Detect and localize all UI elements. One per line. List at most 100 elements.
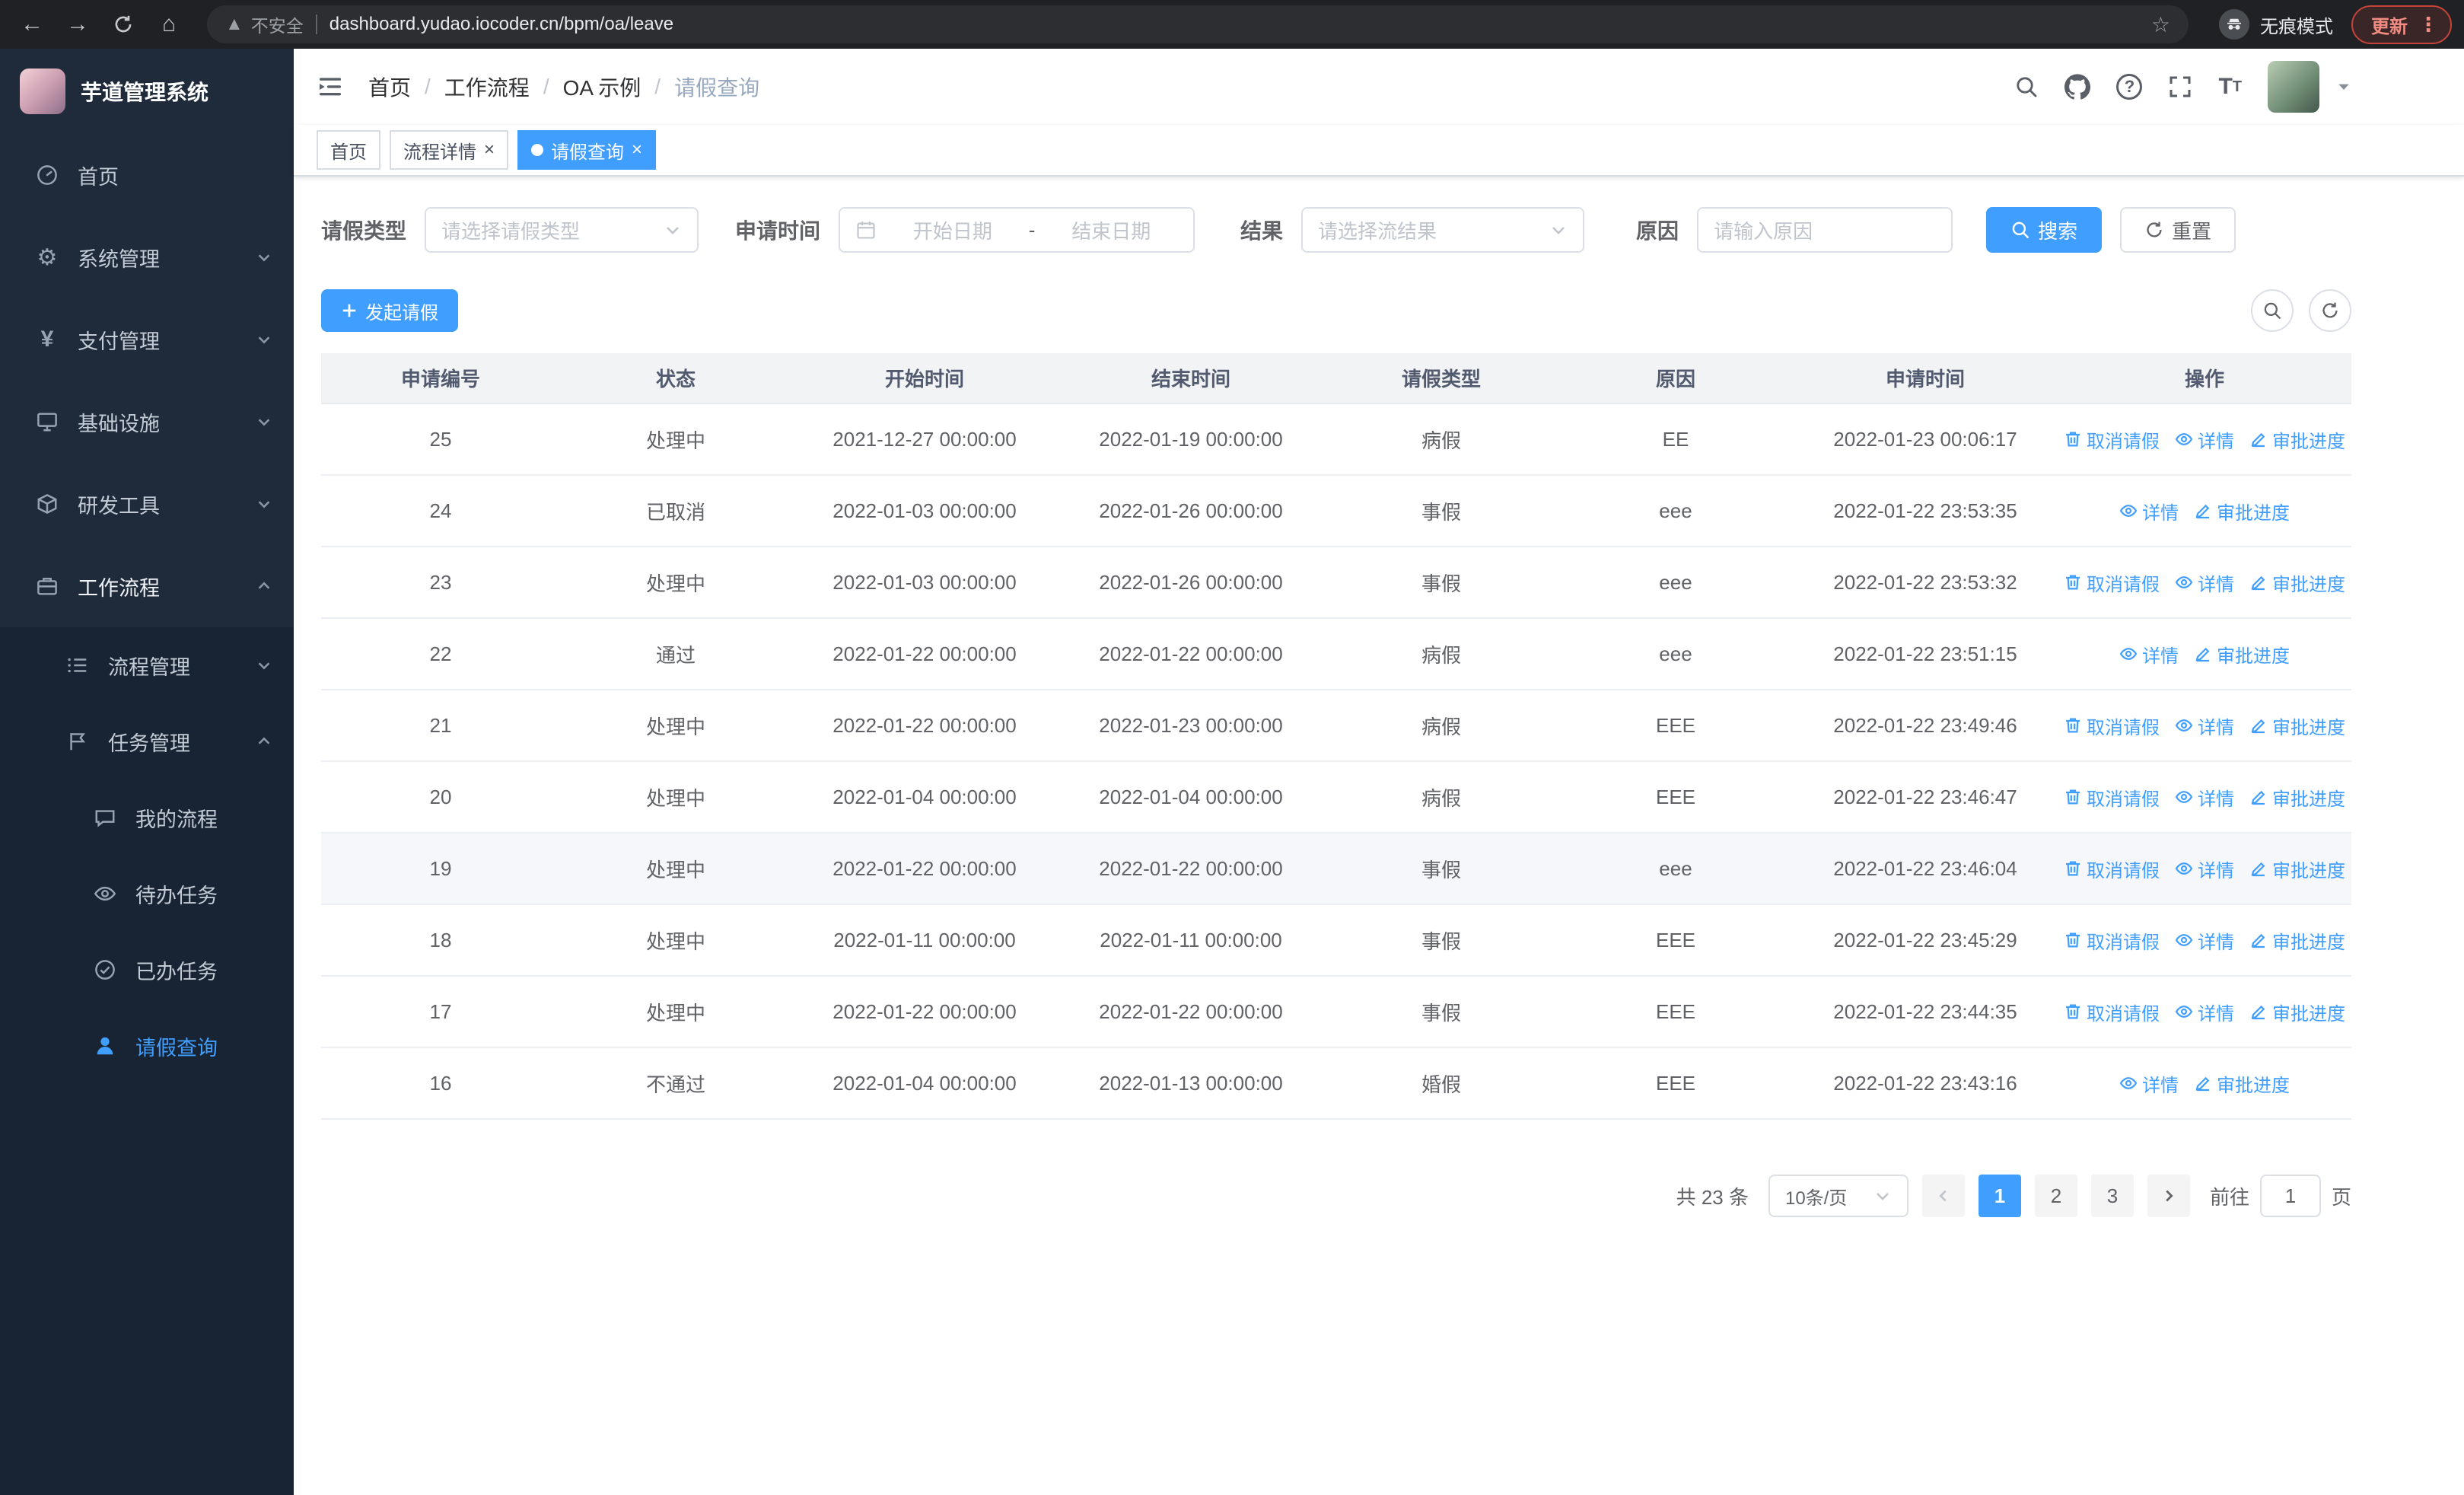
refresh-button[interactable] (2309, 289, 2351, 332)
approval-progress-link[interactable]: 审批进度 (2249, 569, 2345, 596)
help-icon[interactable]: ? (2116, 74, 2143, 100)
detail-link[interactable]: 详情 (2119, 1070, 2179, 1097)
sidebar-item-todo-tasks[interactable]: 待办任务 (0, 856, 294, 932)
detail-link[interactable]: 详情 (2119, 498, 2179, 524)
table-row[interactable]: 24 已取消 2022-01-03 00:00:00 2022-01-26 00… (321, 475, 2351, 547)
address-bar[interactable]: ▲ 不安全 dashboard.yudao.iocoder.cn/bpm/oa/… (207, 5, 2189, 43)
detail-link[interactable]: 详情 (2175, 999, 2234, 1025)
cancel-leave-link[interactable]: 取消请假 (2064, 712, 2160, 739)
sidebar-item-home[interactable]: 首页 (0, 134, 294, 216)
approval-progress-link[interactable]: 审批进度 (2249, 856, 2345, 882)
close-icon[interactable]: × (632, 141, 642, 159)
font-size-icon[interactable]: TT (2218, 75, 2242, 98)
detail-link[interactable]: 详情 (2175, 569, 2234, 596)
reason-input[interactable]: 请输入原因 (1697, 207, 1953, 253)
page-size-select[interactable]: 10条/页 (1768, 1175, 1908, 1217)
update-button[interactable]: 更新 ⋮ (2351, 5, 2452, 44)
tab-process-detail[interactable]: 流程详情 × (390, 130, 509, 170)
create-leave-button[interactable]: 发起请假 (321, 289, 458, 332)
detail-link[interactable]: 详情 (2175, 784, 2234, 811)
approval-progress-link[interactable]: 审批进度 (2249, 927, 2345, 954)
tab-home[interactable]: 首页 (317, 130, 380, 170)
approval-progress-link[interactable]: 审批进度 (2194, 1070, 2290, 1097)
fullscreen-icon[interactable] (2168, 75, 2192, 99)
detail-link[interactable]: 详情 (2175, 856, 2234, 882)
incognito-badge: 无痕模式 (2219, 9, 2333, 40)
approval-progress-link[interactable]: 审批进度 (2249, 784, 2345, 811)
search-button[interactable]: 搜索 (1986, 207, 2103, 253)
approval-progress-link[interactable]: 审批进度 (2249, 712, 2345, 739)
next-page-button[interactable] (2147, 1175, 2190, 1217)
leave-type-select[interactable]: 请选择请假类型 (425, 207, 699, 253)
github-icon[interactable] (2064, 74, 2091, 100)
sidebar-item-devtools[interactable]: 研发工具 (0, 463, 294, 545)
breadcrumb-item[interactable]: 首页 (368, 72, 411, 102)
chevron-down-icon[interactable] (2336, 79, 2351, 94)
breadcrumb: 首页 / 工作流程 / OA 示例 / 请假查询 (368, 72, 759, 102)
approval-progress-link[interactable]: 审批进度 (2249, 426, 2345, 453)
menu-kebab-icon[interactable]: ⋮ (2418, 13, 2438, 37)
detail-link[interactable]: 详情 (2175, 712, 2234, 739)
page-button-1[interactable]: 1 (1978, 1175, 2021, 1217)
goto-page-input[interactable] (2259, 1175, 2321, 1217)
cancel-leave-link[interactable]: 取消请假 (2064, 999, 2160, 1025)
detail-link[interactable]: 详情 (2119, 641, 2179, 668)
sidebar-item-leave-query[interactable]: 请假查询 (0, 1008, 294, 1084)
sidebar-item-infrastructure[interactable]: 基础设施 (0, 381, 294, 463)
avatar[interactable] (2268, 61, 2319, 113)
toggle-search-button[interactable] (2251, 289, 2294, 332)
cell-reason: eee (1558, 547, 1793, 619)
logo[interactable]: 芋道管理系统 (0, 49, 294, 134)
search-icon[interactable] (2014, 75, 2039, 99)
search-button-label: 搜索 (2038, 219, 2078, 243)
reset-button[interactable]: 重置 (2120, 207, 2236, 253)
table-row[interactable]: 20 处理中 2022-01-04 00:00:00 2022-01-04 00… (321, 761, 2351, 834)
detail-link[interactable]: 详情 (2175, 426, 2234, 453)
table-row[interactable]: 18 处理中 2022-01-11 00:00:00 2022-01-11 00… (321, 904, 2351, 977)
table-row[interactable]: 19 处理中 2022-01-22 00:00:00 2022-01-22 00… (321, 833, 2351, 905)
table-row[interactable]: 22 通过 2022-01-22 00:00:00 2022-01-22 00:… (321, 618, 2351, 690)
table-row[interactable]: 25 处理中 2021-12-27 00:00:00 2022-01-19 00… (321, 403, 2351, 476)
bookmark-star-icon[interactable]: ☆ (2151, 12, 2170, 37)
breadcrumb-item[interactable]: 工作流程 (444, 72, 530, 102)
cancel-leave-link[interactable]: 取消请假 (2064, 569, 2160, 596)
sidebar-toggle-icon[interactable] (317, 73, 344, 100)
home-icon[interactable]: ⌂ (149, 5, 189, 44)
cancel-leave-link[interactable]: 取消请假 (2064, 856, 2160, 882)
sidebar-item-task-management[interactable]: 任务管理 (0, 703, 294, 779)
url-text[interactable]: dashboard.yudao.iocoder.cn/bpm/oa/leave (329, 14, 2139, 35)
sidebar-item-system[interactable]: ⚙ 系统管理 (0, 216, 294, 298)
sidebar-item-workflow[interactable]: 工作流程 (0, 545, 294, 627)
close-icon[interactable]: × (484, 141, 495, 159)
apply-time-range-picker[interactable]: 开始日期 - 结束日期 (839, 207, 1195, 253)
page-button-3[interactable]: 3 (2090, 1175, 2134, 1217)
approval-progress-link[interactable]: 审批进度 (2249, 999, 2345, 1025)
page-button-2[interactable]: 2 (2034, 1175, 2077, 1217)
cancel-leave-link[interactable]: 取消请假 (2064, 784, 2160, 811)
table-row[interactable]: 21 处理中 2022-01-22 00:00:00 2022-01-23 00… (321, 690, 2351, 762)
cancel-leave-link[interactable]: 取消请假 (2064, 927, 2160, 954)
table-row[interactable]: 16 不通过 2022-01-04 00:00:00 2022-01-13 00… (321, 1047, 2351, 1120)
table-row[interactable]: 23 处理中 2022-01-03 00:00:00 2022-01-26 00… (321, 547, 2351, 619)
security-warning[interactable]: ▲ 不安全 (225, 11, 304, 37)
prev-page-button[interactable] (1921, 1175, 1965, 1217)
detail-link[interactable]: 详情 (2175, 927, 2234, 954)
select-placeholder: 请选择请假类型 (441, 219, 581, 243)
approval-progress-link[interactable]: 审批进度 (2194, 641, 2290, 668)
result-select[interactable]: 请选择流结果 (1301, 207, 1585, 253)
chevron-down-icon (664, 221, 682, 239)
breadcrumb-item[interactable]: OA 示例 (563, 72, 641, 102)
table-row[interactable]: 17 处理中 2022-01-22 00:00:00 2022-01-22 00… (321, 976, 2351, 1048)
sidebar-item-process-management[interactable]: 流程管理 (0, 627, 294, 703)
forward-icon[interactable]: → (58, 5, 97, 44)
approval-progress-link[interactable]: 审批进度 (2194, 498, 2290, 524)
chevron-up-icon (256, 733, 272, 750)
cancel-leave-link[interactable]: 取消请假 (2064, 426, 2160, 453)
sidebar-item-my-processes[interactable]: 我的流程 (0, 779, 294, 856)
sidebar-item-payment[interactable]: ¥ 支付管理 (0, 298, 294, 381)
reload-icon[interactable] (103, 5, 143, 44)
back-icon[interactable]: ← (12, 5, 52, 44)
tab-leave-query[interactable]: 请假查询 × (517, 130, 657, 170)
cell-status: 处理中 (560, 976, 791, 1048)
sidebar-item-done-tasks[interactable]: 已办任务 (0, 932, 294, 1008)
